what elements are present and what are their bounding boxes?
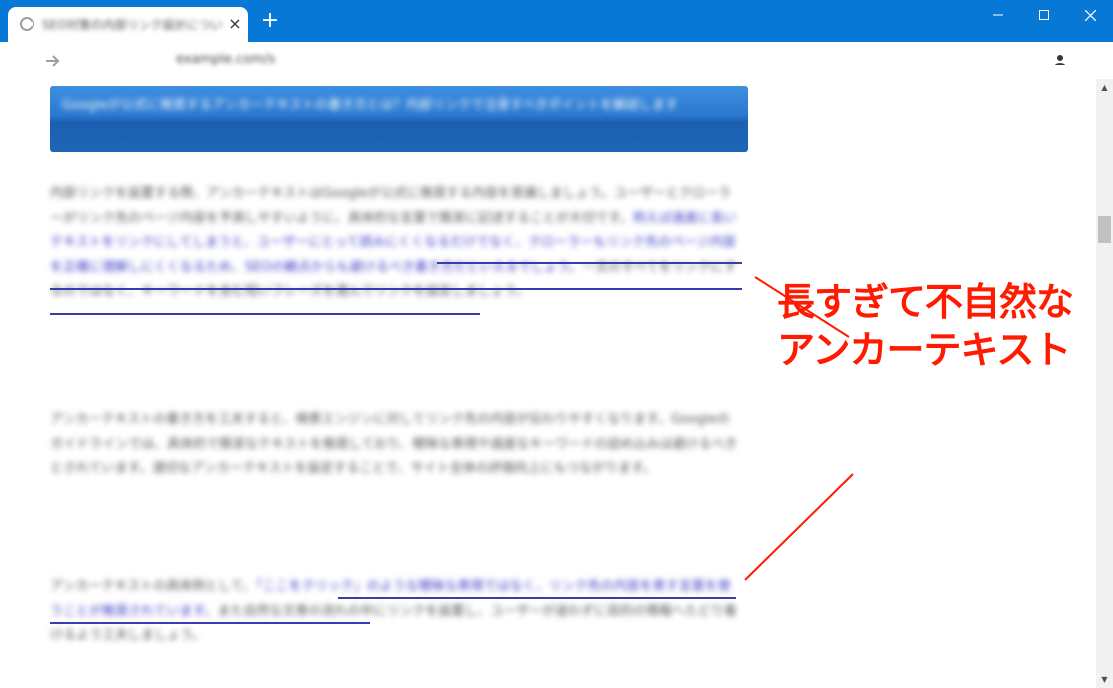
link-underline (338, 597, 736, 599)
window-close-icon[interactable] (1067, 2, 1113, 28)
browser-titlebar: SEO対策の内部リンク設計について解説 × + (0, 0, 1113, 42)
tab-title: SEO対策の内部リンク設計について解説 (42, 18, 222, 32)
link-underline (50, 288, 742, 290)
lock-icon (154, 54, 164, 73)
minimize-icon[interactable] (975, 2, 1021, 28)
browser-tab[interactable]: SEO対策の内部リンク設計について解説 × (8, 7, 248, 42)
link-underline (50, 313, 480, 315)
reload-icon[interactable] (73, 48, 99, 74)
page-viewport: Googleが公式に推奨するアンカーテキストの書き方とは？内部リンクで注意すべき… (0, 79, 1096, 688)
paragraph-text: 内部リンクを設置する際、アンカーテキストはGoogleが公式に推奨する内容を意識… (50, 186, 731, 226)
vertical-scrollbar[interactable]: ▲ ▼ (1096, 79, 1113, 688)
link-underline (50, 622, 370, 624)
forward-arrow-icon[interactable] (40, 48, 66, 74)
article-paragraph-3: アンカーテキストの具体例として、「ここをクリック」のような曖昧な表現ではなく、リ… (50, 575, 740, 649)
home-icon[interactable] (105, 48, 131, 74)
menu-dots-icon[interactable] (1082, 48, 1102, 72)
back-arrow-icon[interactable] (8, 48, 34, 74)
account-icon[interactable] (1048, 48, 1072, 72)
browser-toolbar: example.com/seo (0, 42, 1113, 79)
scroll-down-arrow-icon[interactable]: ▼ (1096, 671, 1113, 688)
maximize-icon[interactable] (1021, 2, 1067, 28)
article-paragraph-2: アンカーテキストの書き方を工夫すると、検索エンジンに対してリンク先の内容が伝わり… (50, 412, 738, 476)
annotation-line-1: 長すぎて不自然な (777, 280, 1074, 324)
article-paragraph-1: 内部リンクを設置する際、アンカーテキストはGoogleが公式に推奨する内容を意識… (50, 182, 740, 305)
star-icon[interactable] (1010, 48, 1034, 72)
scrollbar-thumb[interactable] (1098, 216, 1111, 243)
annotation-label: 長すぎて不自然な アンカーテキスト (777, 278, 1074, 374)
link-underline (437, 262, 742, 264)
address-bar[interactable]: example.com/seo (142, 46, 1040, 75)
article-heading: Googleが公式に推奨するアンカーテキストの書き方とは？内部リンクで注意すべき… (62, 98, 679, 113)
annotation-line-2: アンカーテキスト (777, 328, 1071, 372)
plus-icon[interactable]: + (258, 10, 282, 34)
url-text: example.com/seo (176, 52, 276, 67)
article-heading-box: Googleが公式に推奨するアンカーテキストの書き方とは？内部リンクで注意すべき… (50, 86, 748, 152)
close-icon[interactable]: × (226, 15, 244, 33)
paragraph-text: アンカーテキストの具体例として、 (50, 579, 257, 594)
tab-favicon-icon (20, 17, 34, 31)
scroll-up-arrow-icon[interactable]: ▲ (1096, 79, 1113, 96)
